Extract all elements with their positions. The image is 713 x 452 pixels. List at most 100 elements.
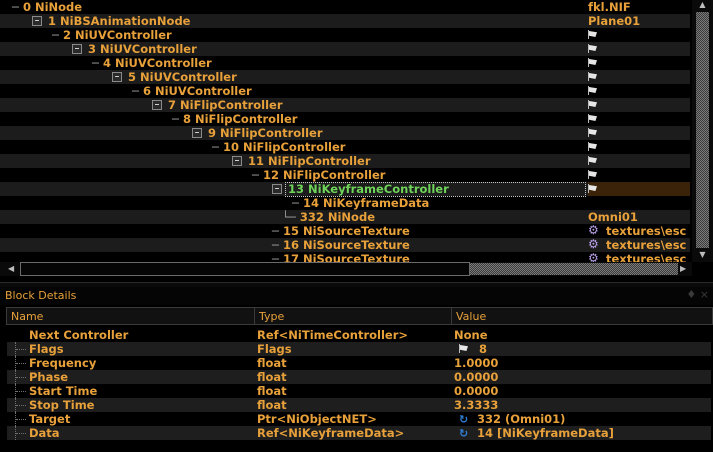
field-value[interactable]: 0.0000 xyxy=(454,370,498,384)
tree-row[interactable]: ─ 4 NiUVController xyxy=(0,56,690,70)
detail-row[interactable]: Flags Flags 8 xyxy=(7,342,711,356)
tree-node-label[interactable]: ─ 10 NiFlipController xyxy=(212,140,345,154)
field-value[interactable]: 1.0000 xyxy=(454,356,498,370)
dock-controls[interactable]: ♦ × xyxy=(686,288,709,301)
tree-vertical-scrollbar[interactable]: ▲ ▼ xyxy=(692,0,713,262)
tree-row[interactable]: 9 NiFlipController xyxy=(0,126,690,140)
field-value[interactable]: 8 xyxy=(459,342,487,356)
field-type: float xyxy=(257,370,287,384)
tree-node-label[interactable]: ─ 2 NiUVController xyxy=(52,28,172,42)
column-header-name[interactable]: Name xyxy=(6,307,255,325)
collapse-toggle-icon[interactable] xyxy=(192,127,202,138)
flag-icon xyxy=(588,170,598,179)
tree-node-name xyxy=(588,42,598,56)
tree-node-label[interactable]: ─ 12 NiFlipController xyxy=(252,168,385,182)
tree-node-name-text: textures\esc xyxy=(606,252,687,262)
tree-node-label[interactable]: ─ 14 NiKeyframeData xyxy=(292,196,429,210)
link-icon[interactable]: ↻ xyxy=(459,414,469,425)
tree-node-text: 16 NiSourceTexture xyxy=(282,238,410,252)
field-type: float xyxy=(257,384,287,398)
field-value-text: None xyxy=(454,328,488,342)
tree-node-label[interactable]: ─ 6 NiUVController xyxy=(132,84,252,98)
field-type: Flags xyxy=(257,342,292,356)
tree-row[interactable]: 11 NiFlipController xyxy=(0,154,690,168)
collapse-toggle-icon[interactable] xyxy=(72,43,82,54)
tree-node-label[interactable]: 13 NiKeyframeController xyxy=(272,182,449,196)
tree-node-label[interactable]: ─ 4 NiUVController xyxy=(92,56,212,70)
tree-row[interactable]: ─ 10 NiFlipController xyxy=(0,140,690,154)
field-value[interactable]: ↻ 14 [NiKeyframeData] xyxy=(459,426,614,440)
detail-row[interactable]: Next Controller Ref<NiTimeController> None xyxy=(7,328,711,342)
detail-row[interactable]: Stop Time float 3.3333 xyxy=(7,398,711,412)
tree-node-label[interactable]: 1 NiBSAnimationNode xyxy=(32,14,190,28)
texture-gear-icon: ⚙ xyxy=(588,237,599,251)
collapse-toggle-icon[interactable] xyxy=(232,155,242,166)
tree-branch-icon: ─ xyxy=(272,224,279,238)
tree-row[interactable]: 1 NiBSAnimationNode Plane01 xyxy=(0,14,690,28)
field-name: Start Time xyxy=(29,384,98,398)
tree-row[interactable]: ─ 14 NiKeyframeData xyxy=(0,196,690,210)
block-details-header: Block Details ♦ × xyxy=(0,287,713,305)
tree-row[interactable]: ─ 15 NiSourceTexture ⚙ textures\esc xyxy=(0,224,690,238)
tree-row[interactable]: ─ 8 NiFlipController xyxy=(0,112,690,126)
tree-row[interactable]: ─ 16 NiSourceTexture ⚙ textures\esc xyxy=(0,238,690,252)
tree-row[interactable]: 7 NiFlipController xyxy=(0,98,690,112)
detail-row[interactable]: Data Ref<NiKeyframeData> ↻ 14 [NiKeyframeDa… xyxy=(7,426,711,440)
tree-horizontal-scrollbar[interactable]: ◀ ▶ xyxy=(0,262,692,276)
tree-row[interactable]: ─ 2 NiUVController xyxy=(0,28,690,42)
collapse-toggle-icon[interactable] xyxy=(152,99,162,110)
detail-row[interactable]: Frequency float 1.0000 xyxy=(7,356,711,370)
scroll-down-arrow-icon[interactable]: ▼ xyxy=(696,250,709,260)
horizontal-scroll-track[interactable] xyxy=(470,263,678,275)
tree-node-label[interactable]: 5 NiUVController xyxy=(112,70,237,84)
tree-row[interactable]: 5 NiUVController xyxy=(0,70,690,84)
vertical-scroll-track[interactable] xyxy=(696,12,709,248)
tree-node-text: 7 NiFlipController xyxy=(168,98,283,112)
tree-node-name: Omni01 xyxy=(588,210,638,224)
detail-row[interactable]: Target Ptr<NiObjectNET> ↻ 332 (Omni01) xyxy=(7,412,711,426)
tree-node-name: fkl.NIF xyxy=(588,0,631,14)
field-value-text: 3.3333 xyxy=(454,398,499,412)
tree-node-label[interactable]: ─ 17 NiSourceTexture xyxy=(272,252,410,262)
detail-row[interactable]: Start Time float 0.0000 xyxy=(7,384,711,398)
tree-node-label[interactable]: ─ 0 NiNode xyxy=(12,0,82,14)
tree-branch-icon xyxy=(15,370,28,384)
scroll-up-arrow-icon[interactable]: ▲ xyxy=(696,0,709,10)
field-value[interactable]: ↻ 332 (Omni01) xyxy=(459,412,565,426)
detail-row[interactable]: Phase float 0.0000 xyxy=(7,370,711,384)
field-value[interactable]: None xyxy=(454,328,488,342)
tree-row[interactable]: ─ 6 NiUVController xyxy=(0,84,690,98)
link-icon[interactable]: ↻ xyxy=(459,428,469,439)
tree-node-label[interactable]: 3 NiUVController xyxy=(72,42,197,56)
field-name: Target xyxy=(29,412,71,426)
collapse-toggle-icon[interactable] xyxy=(112,71,122,82)
column-header-value[interactable]: Value xyxy=(451,307,713,325)
tree-node-label[interactable]: 7 NiFlipController xyxy=(152,98,283,112)
tree-node-name-text: Plane01 xyxy=(588,14,641,28)
field-value[interactable]: 0.0000 xyxy=(454,384,498,398)
block-tree: ─ 0 NiNode fkl.NIF 1 NiBSAnimationNode Plane… xyxy=(0,0,690,262)
column-header-type[interactable]: Type xyxy=(254,307,452,325)
field-value-text: 0.0000 xyxy=(454,370,499,384)
tree-branch-icon: ─ xyxy=(252,168,259,182)
tree-row[interactable]: ─ 0 NiNode fkl.NIF xyxy=(0,0,690,14)
tree-row[interactable]: └─ 332 NiNode Omni01 xyxy=(0,210,690,224)
tree-row[interactable]: ─ 17 NiSourceTexture ⚙ textures\esc xyxy=(0,252,690,262)
tree-node-label[interactable]: 9 NiFlipController xyxy=(192,126,323,140)
tree-node-label[interactable]: 11 NiFlipController xyxy=(232,154,371,168)
tree-row[interactable]: ─ 12 NiFlipController xyxy=(0,168,690,182)
tree-node-label[interactable]: ─ 8 NiFlipController xyxy=(172,112,297,126)
horizontal-scroll-thumb[interactable] xyxy=(20,262,470,276)
collapse-toggle-icon[interactable] xyxy=(272,183,282,194)
tree-row[interactable]: 13 NiKeyframeController xyxy=(0,182,690,197)
tree-node-label[interactable]: ─ 16 NiSourceTexture xyxy=(272,238,410,252)
tree-node-name xyxy=(588,154,598,168)
scroll-right-arrow-icon[interactable]: ▶ xyxy=(680,262,690,276)
tree-row[interactable]: 3 NiUVController xyxy=(0,42,690,56)
field-value[interactable]: 3.3333 xyxy=(454,398,498,412)
tree-node-label[interactable]: ─ 15 NiSourceTexture xyxy=(272,224,410,238)
collapse-toggle-icon[interactable] xyxy=(32,15,42,26)
scroll-left-arrow-icon[interactable]: ◀ xyxy=(8,262,18,276)
tree-node-label[interactable]: └─ 332 NiNode xyxy=(282,210,375,224)
flag-icon xyxy=(588,114,598,123)
